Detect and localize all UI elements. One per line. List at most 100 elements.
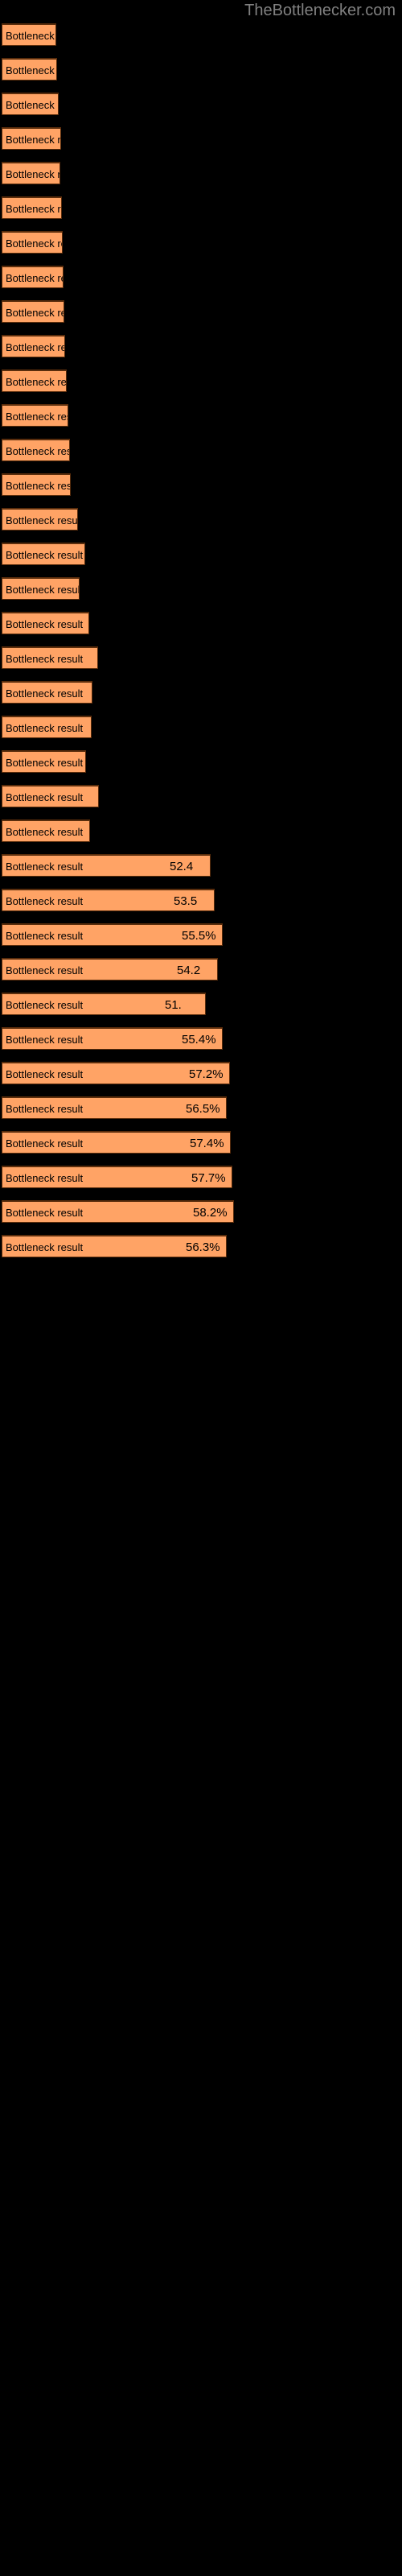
bar[interactable]: Bottleneck result [2,266,64,288]
bar-label: Bottleneck result [6,687,84,700]
bar-label: Bottleneck result [6,653,84,665]
bar-value: 55.5% [182,929,216,943]
bar-label: Bottleneck result [6,895,84,907]
bar-label: Bottleneck result [6,1103,84,1115]
bar[interactable]: Bottleneck result [2,543,85,565]
bar-label: Bottleneck result [6,757,84,769]
bar[interactable]: Bottleneck result 57.4% [2,1131,231,1154]
bar-label: Bottleneck result [6,237,62,250]
bar[interactable]: Bottleneck result 51. [2,993,206,1015]
bar-value: 57.4% [190,1137,224,1150]
bar-label: Bottleneck result [6,618,84,630]
bar-value: 56.3% [186,1241,220,1254]
bar-value: 53.5 [174,894,198,908]
chart-row: Bottleneck result [0,300,402,335]
bar-value: 57.7% [191,1171,226,1185]
bar-label: Bottleneck result [6,307,64,319]
chart-row: Bottleneck result 57.7% [0,1166,402,1200]
bar[interactable]: Bottleneck result4 [2,785,99,807]
bar-value: 51. [165,998,182,1012]
bar[interactable]: Bottleneck result 56.5% [2,1096,227,1119]
bar-label: Bottleneck result [6,1137,84,1150]
bar[interactable]: Bottleneck result [2,335,65,357]
bar[interactable]: Bottleneck result [2,612,89,634]
chart-row: Bottleneck result [0,716,402,750]
bar-label: Bottleneck result [6,1068,84,1080]
bar[interactable]: Bottleneck result [2,23,56,46]
bar-label: Bottleneck result [6,30,55,42]
chart-row: Bottleneck result [0,750,402,785]
chart-row: Bottleneck result 57.4% [0,1131,402,1166]
bar-label: Bottleneck result [6,930,84,942]
bar-label: Bottleneck result [6,1172,84,1184]
chart-row: Bottleneck result 58.2% [0,1200,402,1235]
chart-row: Bottleneck result [0,439,402,473]
bar-label: Bottleneck result [6,411,68,423]
chart-row: Bottleneck result 55.4% [0,1027,402,1062]
bar[interactable]: Bottleneck result [2,577,80,600]
bar-label: Bottleneck result [6,791,84,803]
bar-label: Bottleneck result [6,514,78,526]
bar-label: Bottleneck result [6,64,56,76]
bar-label: Bottleneck result [6,584,80,596]
bar[interactable]: Bottleneck result [2,196,62,219]
bar[interactable]: Bottleneck result 57.2% [2,1062,230,1084]
bar[interactable]: Bottleneck result [2,369,67,392]
bar[interactable]: Bottleneck result 58.2% [2,1200,234,1223]
bar[interactable]: Bottleneck result [2,439,70,461]
bar[interactable]: Bottleneck result 56.3% [2,1235,227,1257]
bar-label: Bottleneck result [6,168,59,180]
bar-label: Bottleneck result [6,203,61,215]
bar[interactable]: Bottleneck result [2,300,64,323]
bar[interactable]: Bottleneck result [2,404,68,427]
bar-label: Bottleneck result [6,445,69,457]
bar[interactable]: Bottleneck result [2,473,71,496]
bar[interactable]: Bottleneck result [2,750,86,773]
bar[interactable]: Bottleneck result 54.2 [2,958,218,980]
bar-label: Bottleneck result [6,1241,84,1253]
bar-value: 54.2 [177,964,201,977]
chart-row: Bottleneck result [0,266,402,300]
chart-row: Bottleneck result 56.3% [0,1235,402,1269]
site-watermark: TheBottlenecker.com [244,2,396,19]
chart-row: Bottleneck result4 [0,785,402,819]
chart-row: Bottleneck result 51. [0,993,402,1027]
bar[interactable]: Bottleneck result [2,93,59,115]
chart-row: Bottleneck result [0,508,402,543]
bar[interactable]: Bottleneck result4 [2,646,98,669]
chart-row: Bottleneck result [0,577,402,612]
bar[interactable]: Bottleneck result 55.5% [2,923,223,946]
bar-label: Bottleneck result [6,1207,84,1219]
bar-label: Bottleneck result [6,999,84,1011]
bar[interactable]: Bottleneck result [2,58,57,80]
bar[interactable]: Bottleneck result [2,681,92,704]
bar[interactable]: Bottleneck result [2,127,61,150]
bar-label: Bottleneck result [6,376,67,388]
bar[interactable]: Bottleneck result [2,716,92,738]
bar-label: Bottleneck result [6,99,58,111]
bottleneck-bar-chart: Bottleneck resultBottleneck resultBottle… [0,21,402,2576]
bar[interactable]: Bottleneck result 53.5 [2,889,215,911]
chart-row: Bottleneck result [0,404,402,439]
bar[interactable]: Bottleneck result 52.4 [2,854,211,877]
chart-row: Bottleneck result 53.5 [0,889,402,923]
chart-row: Bottleneck result [0,127,402,162]
chart-row: Bottleneck result 57.2% [0,1062,402,1096]
bar[interactable]: Bottleneck result [2,819,90,842]
chart-row: Bottleneck result 54.2 [0,958,402,993]
chart-row: Bottleneck result 56.5% [0,1096,402,1131]
bar[interactable]: Bottleneck result [2,508,78,530]
bar[interactable]: Bottleneck result [2,162,60,184]
chart-row: Bottleneck result4 [0,646,402,681]
bar-value: 55.4% [182,1033,216,1046]
chart-row: Bottleneck result [0,473,402,508]
bar-label: Bottleneck result [6,549,84,561]
chart-row: Bottleneck result [0,162,402,196]
bar-label: Bottleneck result [6,134,61,146]
chart-row: Bottleneck result [0,819,402,854]
bar[interactable]: Bottleneck result 55.4% [2,1027,223,1050]
bar[interactable]: Bottleneck result [2,231,63,254]
bar[interactable]: Bottleneck result 57.7% [2,1166,232,1188]
chart-row: Bottleneck result [0,231,402,266]
bar-label: Bottleneck result [6,1034,84,1046]
